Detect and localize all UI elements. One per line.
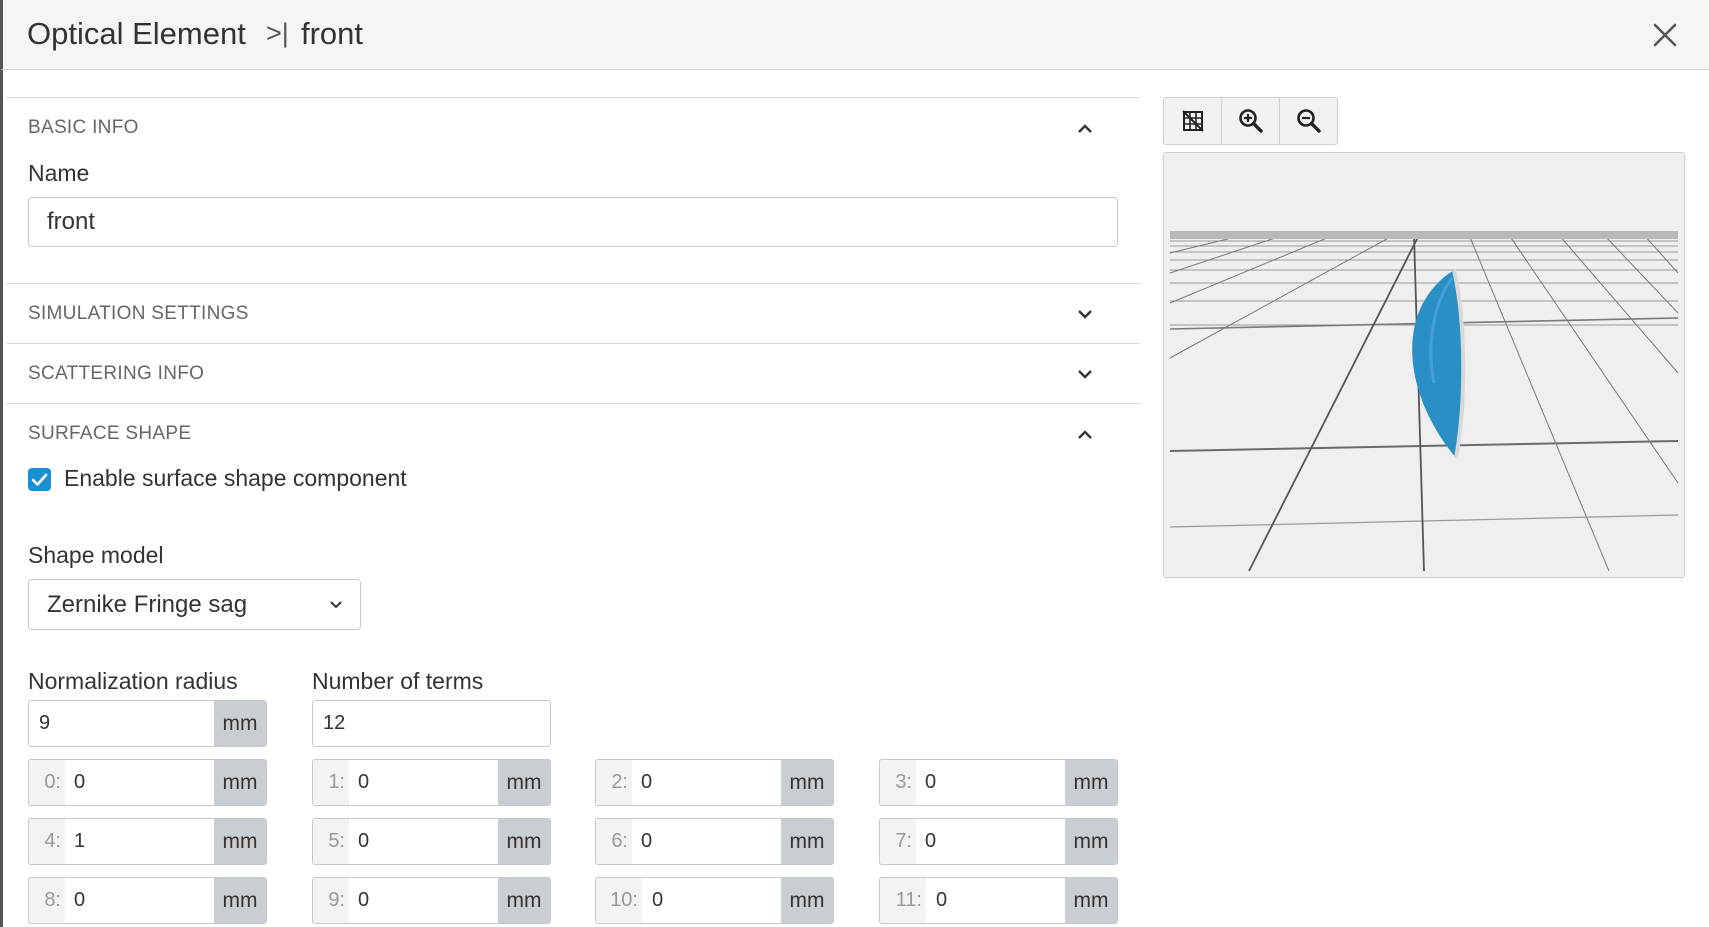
unit-label: mm — [214, 878, 266, 923]
breadcrumb-separator: >| — [266, 18, 289, 48]
unit-label: mm — [214, 701, 266, 746]
term-index: 6: — [596, 819, 632, 864]
term-input-2[interactable]: 2: 0 mm — [595, 759, 834, 806]
shape-model-value: Zernike Fringe sag — [47, 591, 248, 618]
term-value: 0 — [358, 889, 370, 911]
zoom-out-icon — [1296, 109, 1321, 133]
term-input-8[interactable]: 8: 0 mm — [28, 877, 267, 924]
close-icon[interactable] — [1648, 18, 1682, 52]
grid-horizon — [1170, 231, 1678, 239]
term-value: 0 — [925, 771, 937, 793]
unit-label: mm — [498, 819, 550, 864]
zoom-out-button[interactable] — [1280, 98, 1337, 144]
term-index: 11: — [880, 878, 926, 923]
section-title-basic-info: BASIC INFO — [28, 117, 139, 138]
chevron-down-icon[interactable] — [1076, 308, 1094, 320]
normalization-radius-value: 9 — [39, 712, 51, 734]
section-scattering-info[interactable]: SCATTERING INFO — [6, 343, 1140, 404]
term-value: 0 — [74, 771, 86, 793]
zoom-in-icon — [1238, 109, 1263, 133]
unit-label: mm — [1065, 819, 1117, 864]
term-value: 0 — [925, 830, 937, 852]
unit-label: mm — [781, 819, 833, 864]
section-title-surface-shape: SURFACE SHAPE — [28, 423, 192, 444]
term-input-5[interactable]: 5: 0 mm — [312, 818, 551, 865]
shape-model-select[interactable]: Zernike Fringe sag — [28, 579, 361, 630]
check-icon — [31, 473, 48, 486]
left-edge-bar — [0, 70, 3, 927]
term-index: 1: — [313, 760, 349, 805]
term-index: 0: — [29, 760, 65, 805]
chevron-down-icon — [330, 601, 342, 609]
name-input-value: front — [47, 208, 96, 235]
term-index: 5: — [313, 819, 349, 864]
term-input-9[interactable]: 9: 0 mm — [312, 877, 551, 924]
unit-label: mm — [781, 760, 833, 805]
shape-model-label: Shape model — [28, 542, 164, 568]
enable-surface-shape-checkbox[interactable] — [28, 468, 51, 491]
section-title-scattering-info: SCATTERING INFO — [28, 363, 205, 384]
unit-label: mm — [1065, 760, 1117, 805]
unit-label: mm — [498, 760, 550, 805]
unit-label: mm — [214, 819, 266, 864]
term-value: 0 — [74, 889, 86, 911]
term-input-7[interactable]: 7: 0 mm — [879, 818, 1118, 865]
term-input-4[interactable]: 4: 1 mm — [28, 818, 267, 865]
grid-toggle-icon — [1181, 110, 1204, 132]
zoom-in-button[interactable] — [1222, 98, 1280, 144]
grid-toggle-button[interactable] — [1164, 98, 1222, 144]
term-index: 8: — [29, 878, 65, 923]
term-value: 0 — [652, 889, 664, 911]
term-input-6[interactable]: 6: 0 mm — [595, 818, 834, 865]
lens-3d-preview — [1169, 231, 1679, 572]
unit-label: mm — [214, 760, 266, 805]
chevron-up-icon[interactable] — [1076, 428, 1094, 440]
term-value: 0 — [358, 830, 370, 852]
term-index: 7: — [880, 819, 916, 864]
unit-label: mm — [781, 878, 833, 923]
number-of-terms-value: 12 — [323, 712, 346, 734]
term-index: 3: — [880, 760, 916, 805]
term-input-10[interactable]: 10: 0 mm — [595, 877, 834, 924]
viewer-toolbar — [1163, 97, 1338, 145]
unit-label: mm — [498, 878, 550, 923]
term-value: 1 — [74, 830, 86, 852]
normalization-radius-input[interactable]: 9 mm — [28, 700, 267, 747]
term-index: 2: — [596, 760, 632, 805]
normalization-radius-label: Normalization radius — [28, 668, 238, 694]
name-input[interactable]: front — [28, 197, 1118, 247]
term-input-0[interactable]: 0: 0 mm — [28, 759, 267, 806]
chevron-down-icon[interactable] — [1076, 368, 1094, 380]
section-simulation-settings[interactable]: SIMULATION SETTINGS — [6, 283, 1140, 344]
section-surface-shape: SURFACE SHAPE — [6, 403, 1140, 444]
number-of-terms-label: Number of terms — [312, 668, 484, 694]
dialog-title: Optical Element — [27, 16, 246, 51]
unit-label: mm — [1065, 878, 1117, 923]
term-input-3[interactable]: 3: 0 mm — [879, 759, 1118, 806]
3d-viewport[interactable] — [1163, 152, 1685, 578]
dialog-header: Optical Element >| front — [0, 0, 1709, 70]
section-basic-info: BASIC INFO Name front — [6, 97, 1140, 284]
term-value: 0 — [641, 830, 653, 852]
term-value: 0 — [358, 771, 370, 793]
term-index: 9: — [313, 878, 349, 923]
term-index: 4: — [29, 819, 65, 864]
term-value: 0 — [936, 889, 948, 911]
term-value: 0 — [641, 771, 653, 793]
enable-surface-shape-label[interactable]: Enable surface shape component — [64, 465, 407, 492]
term-index: 10: — [596, 878, 642, 923]
section-title-simulation-settings: SIMULATION SETTINGS — [28, 303, 249, 324]
number-of-terms-input[interactable]: 12 — [312, 700, 551, 747]
term-input-11[interactable]: 11: 0 mm — [879, 877, 1118, 924]
name-label: Name — [28, 160, 90, 186]
chevron-up-icon[interactable] — [1076, 122, 1094, 134]
dialog-subtitle: front — [301, 16, 364, 51]
term-input-1[interactable]: 1: 0 mm — [312, 759, 551, 806]
